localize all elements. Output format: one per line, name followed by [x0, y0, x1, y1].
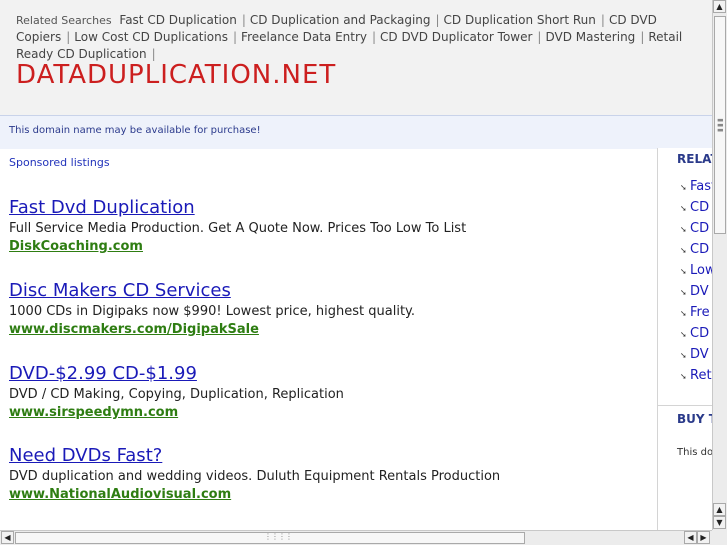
- arrow-bullet-icon: ➘: [680, 309, 687, 318]
- arrow-bullet-icon: ➘: [680, 288, 687, 297]
- sponsored-listing: Fast Dvd Duplication Full Service Media …: [9, 197, 649, 255]
- arrow-bullet-icon: ➘: [680, 372, 687, 381]
- scrollbar-corner: [712, 530, 727, 545]
- arrow-bullet-icon: ➘: [680, 267, 687, 276]
- scroll-right-button[interactable]: ▶: [697, 531, 710, 544]
- site-title: DATADUPLICATION.NET: [16, 60, 337, 90]
- scroll-up-button-secondary[interactable]: ▲: [713, 503, 726, 516]
- link-separator: |: [537, 30, 542, 44]
- scroll-left-button-secondary[interactable]: ◀: [684, 531, 697, 544]
- related-link-cd-dvd-duplicator-tower[interactable]: CD DVD Duplicator Tower: [380, 30, 532, 44]
- vertical-scroll-thumb[interactable]: ▬ ▬ ▬: [714, 16, 726, 234]
- listing-url-link[interactable]: www.sirspeedymn.com: [9, 404, 649, 421]
- related-link-cd-duplication-short-run[interactable]: CD Duplication Short Run: [444, 13, 596, 27]
- related-list-item[interactable]: ➘ DV: [658, 283, 712, 304]
- link-separator: |: [151, 47, 156, 61]
- scroll-grip-icon: ▬ ▬ ▬: [717, 116, 724, 134]
- related-list-item[interactable]: ➘ CD: [658, 220, 712, 241]
- link-separator: |: [372, 30, 377, 44]
- related-list-item[interactable]: ➘Fast: [658, 178, 712, 199]
- arrow-bullet-icon: ➘: [680, 183, 687, 192]
- related-list-item[interactable]: ➘ CD: [658, 199, 712, 220]
- domain-notice-text[interactable]: This domain name may be available for pu…: [9, 125, 261, 136]
- listing-url-link[interactable]: www.discmakers.com/DigipakSale: [9, 321, 649, 338]
- related-searches-bar: Related Searches Fast CD Duplication | CD …: [16, 12, 712, 63]
- listing-title-link[interactable]: Disc Makers CD Services: [9, 280, 649, 302]
- related-link-cd-duplication-packaging[interactable]: CD Duplication and Packaging: [250, 13, 431, 27]
- link-separator: |: [233, 30, 238, 44]
- right-sidebar: RELATED ➘Fast ➘CD ➘CD ➘CD ➘Low ➘DV ➘Fre …: [657, 148, 712, 530]
- related-list-item[interactable]: ➘ Ret: [658, 367, 712, 388]
- related-searches-label: Related Searches: [16, 14, 112, 27]
- listing-description: DVD duplication and wedding videos. Dulu…: [9, 469, 501, 484]
- arrow-bullet-icon: ➘: [680, 225, 687, 234]
- related-link-freelance-data-entry[interactable]: Freelance Data Entry: [241, 30, 367, 44]
- link-separator: |: [241, 13, 246, 27]
- buy-domain-text: This dom: [677, 447, 712, 458]
- related-list: ➘Fast ➘CD ➘CD ➘CD ➘Low ➘DV ➘Fre ➘CD ➘DV …: [658, 178, 712, 388]
- related-list-item[interactable]: ➘ CD: [658, 325, 712, 346]
- related-link-dvd-mastering[interactable]: DVD Mastering: [545, 30, 635, 44]
- buy-domain-heading: BUY T: [677, 412, 712, 426]
- related-list-item[interactable]: ➘ Fre: [658, 304, 712, 325]
- listing-description: Full Service Media Production. Get A Quo…: [9, 221, 467, 236]
- sponsored-listing: DVD-$2.99 CD-$1.99 DVD / CD Making, Copy…: [9, 363, 649, 421]
- related-heading: RELATED: [677, 152, 712, 166]
- sponsored-listing: Need DVDs Fast? DVD duplication and wedd…: [9, 445, 649, 503]
- listing-description: DVD / CD Making, Copying, Duplication, R…: [9, 387, 344, 402]
- related-list-item[interactable]: ➘ CD: [658, 241, 712, 262]
- domain-notice-bar: This domain name may be available for pu…: [0, 115, 712, 149]
- arrow-bullet-icon: ➘: [680, 330, 687, 339]
- listing-description: 1000 CDs in Digipaks now $990! Lowest pr…: [9, 304, 416, 319]
- related-link-fast-cd-duplication[interactable]: Fast CD Duplication: [119, 13, 236, 27]
- listing-title-link[interactable]: DVD-$2.99 CD-$1.99: [9, 363, 649, 385]
- scroll-left-button[interactable]: ◀: [1, 531, 14, 544]
- horizontal-scroll-thumb[interactable]: ⋮⋮⋮⋮: [15, 532, 525, 544]
- page-header: Related Searches Fast CD Duplication | CD …: [0, 0, 712, 115]
- related-list-item[interactable]: ➘ DV: [658, 346, 712, 367]
- sponsored-listing: Disc Makers CD Services 1000 CDs in Digi…: [9, 280, 649, 338]
- sponsored-listings-label: Sponsored listings: [9, 156, 110, 169]
- listing-url-link[interactable]: www.NationalAudiovisual.com: [9, 486, 649, 503]
- page-viewport: Related Searches Fast CD Duplication | CD …: [0, 0, 712, 530]
- scroll-down-button[interactable]: ▼: [713, 516, 726, 529]
- vertical-scrollbar[interactable]: ▲ ▬ ▬ ▬ ▲ ▼: [712, 0, 727, 530]
- listing-title-link[interactable]: Need DVDs Fast?: [9, 445, 649, 467]
- link-separator: |: [66, 30, 71, 44]
- link-separator: |: [640, 30, 645, 44]
- related-link-low-cost-cd-duplications[interactable]: Low Cost CD Duplications: [74, 30, 228, 44]
- arrow-bullet-icon: ➘: [680, 351, 687, 360]
- link-separator: |: [600, 13, 605, 27]
- arrow-bullet-icon: ➘: [680, 246, 687, 255]
- scroll-grip-icon: ⋮⋮⋮⋮: [264, 532, 293, 541]
- related-list-item[interactable]: ➘ Low: [658, 262, 712, 283]
- listing-title-link[interactable]: Fast Dvd Duplication: [9, 197, 649, 219]
- link-separator: |: [435, 13, 440, 27]
- sidebar-divider: [658, 405, 712, 406]
- arrow-bullet-icon: ➘: [680, 204, 687, 213]
- scroll-up-button[interactable]: ▲: [713, 0, 726, 13]
- horizontal-scrollbar[interactable]: ◀ ⋮⋮⋮⋮ ◀ ▶: [0, 530, 712, 545]
- listing-url-link[interactable]: DiskCoaching.com: [9, 238, 649, 255]
